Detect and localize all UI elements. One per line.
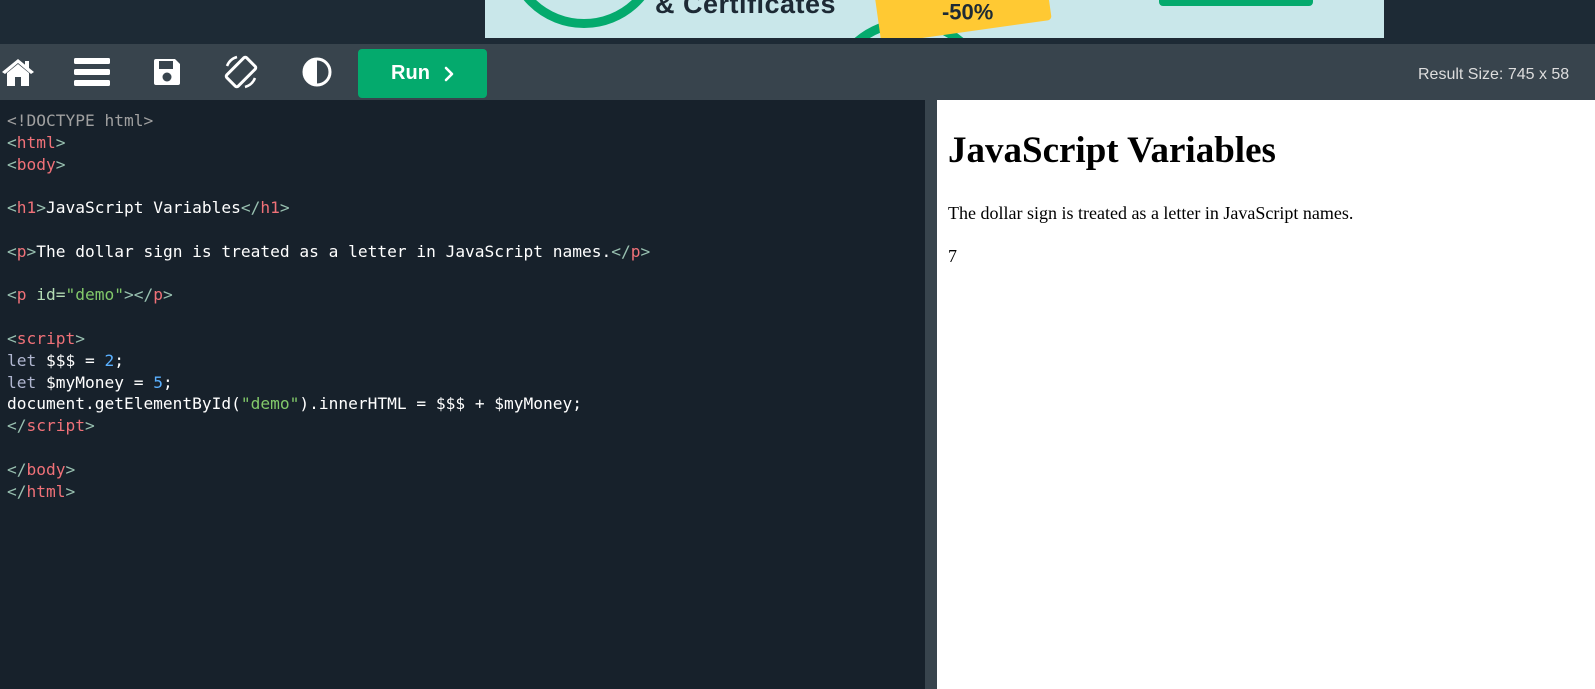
code-token: html (26, 481, 66, 501)
ad-decoration-ring (505, 0, 663, 28)
code-token: ></ (123, 285, 154, 305)
code-token: script (26, 416, 85, 436)
run-button-label: Run (391, 62, 430, 84)
code-token: > (65, 481, 76, 501)
panel-resize-handle[interactable] (925, 100, 937, 689)
save-icon[interactable] (150, 44, 184, 100)
top-bar: & Certificates -50% (0, 0, 1595, 44)
home-icon[interactable] (0, 44, 36, 100)
code-token: h1 (16, 198, 37, 218)
code-token: html (16, 132, 56, 152)
code-token: > (279, 198, 290, 218)
workspace: <!DOCTYPE html> <html> <body> <h1>JavaScri… (0, 100, 1595, 689)
code-token: "demo" (65, 285, 124, 305)
code-token: $$$ = (36, 350, 105, 370)
code-token: < (7, 285, 17, 305)
result-size-label: Result Size: 745 x 58 (1418, 66, 1570, 83)
code-line[interactable]: <p>The dollar sign is treated as a lette… (0, 241, 925, 263)
code-line[interactable] (0, 263, 925, 285)
code-line[interactable]: <h1>JavaScript Variables</h1> (0, 197, 925, 219)
code-token: < (7, 241, 17, 261)
contrast-icon[interactable] (300, 44, 334, 100)
run-button[interactable]: Run (358, 49, 487, 98)
ad-headline: & Certificates (655, 0, 837, 19)
code-token: JavaScript Variables (46, 198, 241, 218)
code-line[interactable]: let $$$ = 2; (0, 350, 925, 372)
result-panel: JavaScript Variables The dollar sign is … (937, 100, 1595, 689)
code-token: </ (7, 459, 27, 479)
code-token: > (55, 132, 66, 152)
menu-icon[interactable] (72, 44, 112, 100)
code-line[interactable]: </script> (0, 415, 925, 437)
ad-cta-button[interactable] (1159, 0, 1313, 6)
code-token: </ (7, 416, 27, 436)
code-token: The dollar sign is treated as a letter i… (36, 241, 612, 261)
code-token: < (7, 154, 17, 174)
code-token: p (630, 241, 641, 261)
code-token: > (26, 241, 37, 261)
code-token: body (16, 154, 56, 174)
code-token: let (7, 350, 37, 370)
code-line[interactable] (0, 175, 925, 197)
result-heading: JavaScript Variables (948, 130, 1276, 171)
chevron-right-icon (444, 66, 454, 81)
code-token: p (16, 285, 27, 305)
code-token: < (7, 132, 17, 152)
code-line[interactable]: document.getElementById("demo").innerHTM… (0, 393, 925, 415)
editor-toolbar: Run Result Size: 745 x 58 (0, 44, 1595, 100)
code-token: body (26, 459, 66, 479)
code-line[interactable] (0, 306, 925, 328)
code-token: 2 (104, 350, 115, 370)
code-token: > (84, 416, 95, 436)
code-line[interactable]: <script> (0, 328, 925, 350)
code-token: 5 (153, 372, 163, 392)
code-line[interactable] (0, 219, 925, 241)
code-token: > (640, 241, 651, 261)
ad-banner[interactable]: & Certificates -50% (485, 0, 1384, 38)
code-token: ; (162, 372, 173, 392)
ad-discount-badge: -50% (874, 0, 1052, 38)
code-token: ; (114, 350, 124, 370)
code-line[interactable]: <p id="demo"></p> (0, 284, 925, 306)
code-token: </ (240, 198, 261, 218)
code-token: script (16, 328, 76, 348)
code-editor[interactable]: <!DOCTYPE html> <html> <body> <h1>JavaScri… (0, 100, 925, 689)
result-demo-output: 7 (948, 246, 957, 266)
code-line[interactable]: </body> (0, 459, 925, 481)
code-token: </ (611, 241, 631, 261)
code-token: <!DOCTYPE html> (7, 111, 154, 130)
code-token: > (55, 154, 66, 174)
code-token: < (7, 328, 17, 348)
code-line[interactable]: <html> (0, 132, 925, 154)
code-token: $myMoney = (36, 372, 154, 392)
code-token: < (7, 198, 17, 218)
code-token: p (16, 241, 27, 261)
code-line[interactable]: let $myMoney = 5; (0, 372, 925, 394)
rotate-icon[interactable] (222, 44, 260, 100)
code-token: > (36, 198, 46, 218)
code-line[interactable]: <body> (0, 154, 925, 176)
code-token: </ (7, 481, 27, 501)
ad-discount-text: -50% (941, 0, 994, 25)
code-token: id= (26, 285, 66, 305)
code-token: ).innerHTML = $$$ + $myMoney; (299, 394, 583, 414)
code-token: > (75, 328, 85, 348)
code-line[interactable]: <!DOCTYPE html> (0, 110, 925, 132)
code-line[interactable]: </html> (0, 481, 925, 503)
code-token: > (162, 285, 173, 305)
code-token: "demo" (240, 394, 300, 414)
result-paragraph: The dollar sign is treated as a letter i… (948, 203, 1354, 223)
code-token: document.getElementById( (7, 394, 241, 414)
code-token: h1 (260, 198, 280, 218)
code-token: > (65, 459, 76, 479)
code-token: p (153, 285, 163, 305)
code-token: let (7, 372, 37, 392)
code-line[interactable] (0, 437, 925, 459)
